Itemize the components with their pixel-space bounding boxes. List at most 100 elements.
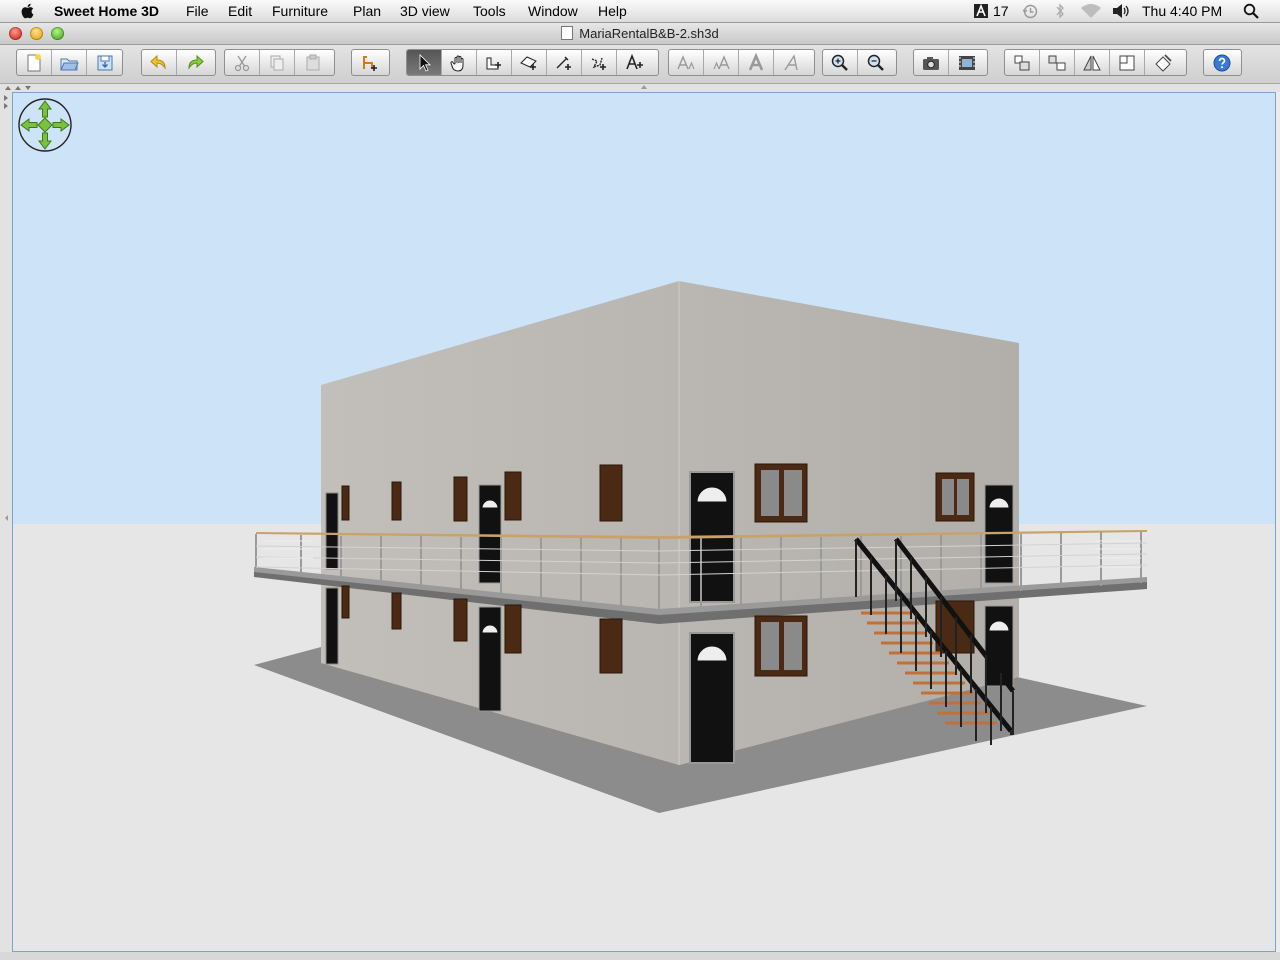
save-button[interactable] (87, 50, 122, 75)
menu-edit[interactable]: Edit (228, 2, 252, 20)
splitter-arrows-icon[interactable] (4, 85, 34, 91)
undo-button[interactable] (142, 50, 177, 75)
redo-button[interactable] (177, 50, 212, 75)
create-walls-button[interactable] (477, 50, 512, 75)
paste-icon (306, 54, 319, 70)
flip-icon (1083, 55, 1101, 70)
increase-text-size-icon (677, 54, 695, 69)
menu-tools[interactable]: Tools (473, 2, 506, 20)
create-walls-icon (486, 57, 501, 69)
new-home-button[interactable] (17, 50, 52, 75)
decrease-text-size-icon (713, 54, 730, 69)
copy-icon (270, 55, 284, 70)
save-icon (97, 55, 112, 70)
zoom-out-button[interactable] (858, 50, 893, 75)
render-group (913, 49, 988, 76)
zoom-out-icon (867, 54, 884, 71)
horizontal-splitter[interactable] (0, 84, 1280, 92)
copy-button[interactable] (260, 50, 295, 75)
open-button[interactable] (52, 50, 87, 75)
menu-furniture[interactable]: Furniture (272, 2, 328, 20)
modify-room-button[interactable] (1110, 50, 1145, 75)
ungroup-icon (1048, 55, 1066, 70)
italic-text-icon (783, 53, 798, 70)
add-furniture-button[interactable] (352, 50, 387, 75)
create-dimensions-button[interactable] (547, 50, 582, 75)
menu-file[interactable]: File (186, 2, 209, 20)
toolbar (0, 45, 1280, 84)
import-icon (1154, 53, 1172, 72)
cut-button[interactable] (225, 50, 260, 75)
create-rooms-button[interactable] (512, 50, 547, 75)
paste-button[interactable] (295, 50, 330, 75)
modify-room-icon (1119, 55, 1135, 70)
3d-view[interactable] (12, 92, 1276, 952)
vertical-splitter[interactable] (0, 92, 12, 954)
help-group (1203, 49, 1242, 76)
decrease-text-size-button[interactable] (704, 50, 739, 75)
help-icon (1213, 54, 1230, 71)
menu-bar: Sweet Home 3D File Edit Furniture Plan 3… (0, 0, 1280, 23)
menu-window[interactable]: Window (528, 2, 578, 20)
window-title: MariaRentalB&B-2.sh3d (579, 26, 719, 41)
modify-group (1004, 49, 1187, 76)
new-home-icon (27, 53, 41, 71)
create-photo-button[interactable] (914, 50, 949, 75)
add-furniture-icon (362, 55, 377, 71)
plan-mode-group (406, 49, 659, 76)
group-button[interactable] (1005, 50, 1040, 75)
pan-mode-button[interactable] (442, 50, 477, 75)
clock[interactable]: Thu 4:40 PM (1142, 2, 1222, 20)
create-polylines-icon (591, 57, 606, 70)
document-icon (561, 26, 574, 40)
wifi-icon[interactable] (1080, 3, 1102, 19)
zoom-in-icon (831, 54, 848, 71)
file-group (16, 49, 123, 76)
increase-text-size-button[interactable] (669, 50, 704, 75)
undo-redo-group (141, 49, 216, 76)
splitter-grip-icon[interactable] (640, 84, 648, 90)
left-splitter-grip-icon[interactable] (4, 514, 9, 522)
redo-icon (187, 54, 204, 70)
menu-plan[interactable]: Plan (353, 2, 381, 20)
pan-mode-icon (450, 55, 464, 72)
time-machine-icon[interactable] (1022, 4, 1038, 19)
menu-3d-view[interactable]: 3D view (400, 2, 450, 20)
bottom-splitter[interactable] (0, 952, 1280, 960)
apple-icon[interactable] (21, 3, 35, 19)
flip-button[interactable] (1075, 50, 1110, 75)
app-menu[interactable]: Sweet Home 3D (54, 2, 159, 20)
window-title-bar: MariaRentalB&B-2.sh3d (0, 23, 1280, 45)
create-video-button[interactable] (949, 50, 984, 75)
italic-text-button[interactable] (774, 50, 809, 75)
navigation-arrows-icon[interactable] (17, 97, 73, 153)
zoom-in-button[interactable] (823, 50, 858, 75)
spotlight-search-icon[interactable] (1243, 3, 1259, 19)
cut-icon (234, 55, 250, 71)
adobe-icon[interactable] (974, 4, 988, 18)
create-video-icon (958, 55, 975, 70)
add-text-button[interactable] (617, 50, 652, 75)
zoom-group (822, 49, 897, 76)
text-style-group (668, 49, 815, 76)
bold-text-icon (748, 52, 764, 71)
create-photo-icon (923, 56, 939, 70)
select-mode-button[interactable] (407, 50, 442, 75)
ungroup-button[interactable] (1040, 50, 1075, 75)
group-icon (1014, 55, 1030, 70)
select-mode-icon (419, 53, 431, 72)
left-splitter-arrows-icon[interactable] (3, 94, 9, 110)
bluetooth-icon[interactable] (1055, 3, 1065, 19)
clipboard-group (224, 49, 335, 76)
menu-help[interactable]: Help (598, 2, 627, 20)
create-dimensions-icon (556, 56, 571, 70)
bold-text-button[interactable] (739, 50, 774, 75)
3d-scene[interactable] (13, 93, 1276, 952)
import-button[interactable] (1145, 50, 1180, 75)
open-icon (60, 58, 79, 70)
create-polylines-button[interactable] (582, 50, 617, 75)
help-button[interactable] (1204, 50, 1239, 75)
volume-icon[interactable] (1112, 3, 1130, 19)
undo-icon (150, 54, 166, 70)
add-text-icon (625, 53, 643, 69)
